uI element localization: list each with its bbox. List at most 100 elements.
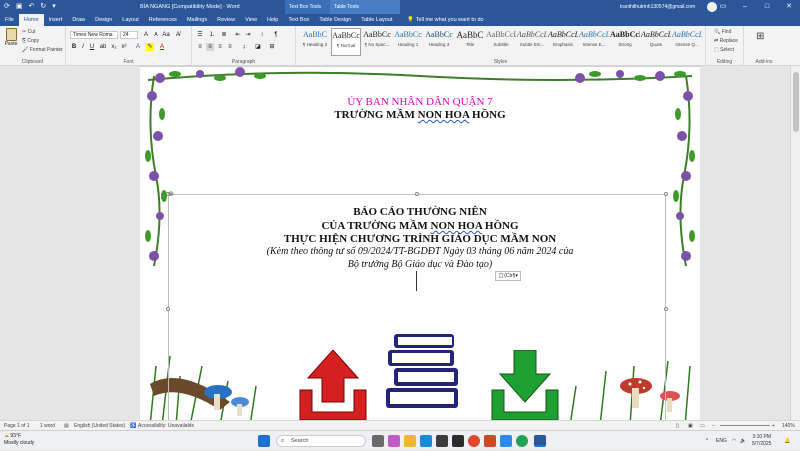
tab-references[interactable]: References: [144, 14, 182, 26]
style-heading-2[interactable]: AaBbC ¶ Heading 2: [300, 28, 330, 56]
numbering-icon[interactable]: ⒈: [208, 31, 216, 39]
tab-mailings[interactable]: Mailings: [182, 14, 212, 26]
report-subtitle[interactable]: CỦA TRƯỜNG MẦM NON HOA HỒNG: [140, 220, 700, 232]
tray-overflow-icon[interactable]: ^: [706, 431, 708, 451]
style-intense-quote[interactable]: AaBbCcL Intense Q...: [672, 28, 702, 56]
align-left-icon[interactable]: ≡: [196, 43, 204, 51]
report-title[interactable]: BÁO CÁO THƯỜNG NIÊN: [140, 206, 700, 218]
style-no-spacing[interactable]: AaBbCc ¶ No Spac...: [362, 28, 392, 56]
undo-icon[interactable]: ↶: [29, 0, 35, 14]
increase-indent-icon[interactable]: ⇥: [244, 31, 252, 39]
tab-file[interactable]: File: [0, 14, 19, 26]
style-title[interactable]: AaBbC Title: [455, 28, 485, 56]
strikethrough-icon[interactable]: ab: [99, 43, 107, 51]
tab-home[interactable]: Home: [18, 14, 44, 26]
taskbar-search[interactable]: ⌕ Search: [276, 435, 366, 447]
minimize-icon[interactable]: –: [734, 0, 756, 14]
report-program[interactable]: THỰC HIỆN CHƯƠNG TRÌNH GIÁO DỤC MẦM NON: [140, 233, 700, 245]
input-language[interactable]: ENG: [716, 431, 727, 451]
tab-table-design[interactable]: Table Design: [314, 14, 356, 26]
customize-qat-icon[interactable]: ▾: [52, 0, 56, 14]
resize-handle[interactable]: [664, 192, 668, 196]
store-icon[interactable]: [436, 435, 448, 447]
style-quote[interactable]: AaBbCcL Quote: [641, 28, 671, 56]
font-name-box[interactable]: Times New Roma: [70, 31, 118, 39]
close-icon[interactable]: ✕: [778, 0, 800, 14]
justify-icon[interactable]: ≡: [226, 43, 234, 51]
paste-button[interactable]: Paste: [3, 28, 19, 52]
start-icon[interactable]: [258, 435, 270, 447]
ribbon-display-icon[interactable]: ▭: [712, 0, 734, 14]
subscript-icon[interactable]: x₂: [110, 43, 118, 51]
tab-text-box[interactable]: Text Box: [283, 14, 314, 26]
tab-review[interactable]: Review: [212, 14, 240, 26]
tab-draw[interactable]: Draw: [67, 14, 90, 26]
text-effects-icon[interactable]: A: [134, 43, 142, 51]
style-subtitle[interactable]: AaBbCcD Subtitle: [486, 28, 516, 56]
app-icon[interactable]: [452, 435, 464, 447]
messaging-app-icon[interactable]: [516, 435, 528, 447]
line-spacing-icon[interactable]: ↨: [240, 43, 248, 51]
tell-me-search[interactable]: 💡 Tell me what you want to do: [397, 14, 483, 26]
scrollbar-thumb[interactable]: [793, 72, 799, 132]
copilot-icon[interactable]: [388, 435, 400, 447]
style-subtle-emphasis[interactable]: AaBbCcL Subtle Em...: [517, 28, 547, 56]
style-normal[interactable]: AaBbCc ¶ Normal: [331, 28, 361, 56]
sort-icon[interactable]: ↕: [258, 31, 266, 39]
copy-button[interactable]: ⎘ Copy: [22, 38, 39, 44]
style-intense-emphasis[interactable]: AaBbCcL Intense E...: [579, 28, 609, 56]
chrome-icon[interactable]: [468, 435, 480, 447]
style-emphasis[interactable]: AaBbCcL Emphasis: [548, 28, 578, 56]
change-case-icon[interactable]: Aa: [162, 31, 170, 39]
vertical-scrollbar[interactable]: [790, 66, 800, 420]
style-heading-1[interactable]: AaBbCc Heading 1: [393, 28, 423, 56]
bold-icon[interactable]: B: [70, 43, 78, 51]
word-taskbar-icon[interactable]: [534, 435, 546, 447]
zoom-app-icon[interactable]: [500, 435, 512, 447]
wifi-icon[interactable]: ◠: [732, 431, 736, 451]
resize-handle[interactable]: [415, 192, 419, 196]
heading-school[interactable]: TRƯỜNG MẦM NON HOA HỒNG: [140, 109, 700, 121]
document-page[interactable]: ỦY BAN NHÂN DÂN QUẬN 7 TRƯỜNG MẦM NON HO…: [140, 66, 700, 420]
tab-design[interactable]: Design: [90, 14, 117, 26]
style-strong[interactable]: AaBbCcL Strong: [610, 28, 640, 56]
decrease-indent-icon[interactable]: ⇤: [234, 31, 242, 39]
tab-insert[interactable]: Insert: [44, 14, 68, 26]
spellcheck-flag[interactable]: NON HOA: [418, 109, 470, 121]
shading-icon[interactable]: ◪: [254, 43, 262, 51]
italic-icon[interactable]: I: [79, 43, 87, 51]
highlight-icon[interactable]: ✎: [146, 43, 154, 51]
weather-widget[interactable]: ☁ 93°F Mostly cloudy: [4, 433, 34, 447]
tab-layout[interactable]: Layout: [117, 14, 144, 26]
resize-handle[interactable]: [166, 307, 170, 311]
tab-help[interactable]: Help: [262, 14, 283, 26]
file-explorer-icon[interactable]: [404, 435, 416, 447]
autosave-icon[interactable]: ⟳: [4, 0, 10, 14]
grow-font-icon[interactable]: A: [142, 31, 150, 39]
superscript-icon[interactable]: x²: [120, 43, 128, 51]
font-color-icon[interactable]: A: [158, 43, 166, 51]
clear-formatting-icon[interactable]: A̸: [174, 31, 182, 39]
clock[interactable]: 3:10 PM 5/7/2025: [752, 434, 771, 448]
report-reference[interactable]: (Kèm theo thông tư số 09/2024/TT-BGDĐT N…: [140, 246, 700, 257]
bullets-icon[interactable]: ☰: [196, 31, 204, 39]
heading-committee[interactable]: ỦY BAN NHÂN DÂN QUẬN 7: [140, 96, 700, 108]
powerpoint-icon[interactable]: [484, 435, 496, 447]
font-size-box[interactable]: 24: [120, 31, 138, 39]
align-right-icon[interactable]: ≡: [216, 43, 224, 51]
style-heading-3[interactable]: AaBbCc Heading 3: [424, 28, 454, 56]
redo-icon[interactable]: ↻: [40, 0, 46, 14]
format-painter-button[interactable]: 🖌 Format Painter: [22, 47, 63, 53]
resize-handle[interactable]: [664, 307, 668, 311]
tab-table-layout[interactable]: Table Layout: [356, 14, 397, 26]
tab-view[interactable]: View: [240, 14, 262, 26]
underline-icon[interactable]: U: [88, 43, 96, 51]
zoom-slider[interactable]: [720, 425, 770, 426]
move-handle-icon[interactable]: ⊕: [168, 190, 174, 198]
multilevel-list-icon[interactable]: ≣: [220, 31, 228, 39]
select-button[interactable]: ⬚ Select: [714, 47, 734, 53]
save-icon[interactable]: ▣: [16, 0, 23, 14]
addins-icon[interactable]: ⊞: [756, 31, 764, 42]
paste-options-button[interactable]: 📋(Ctrl)▾: [495, 271, 521, 281]
account-name[interactable]: tranthithutrinh130574@gmail.com: [620, 0, 695, 14]
